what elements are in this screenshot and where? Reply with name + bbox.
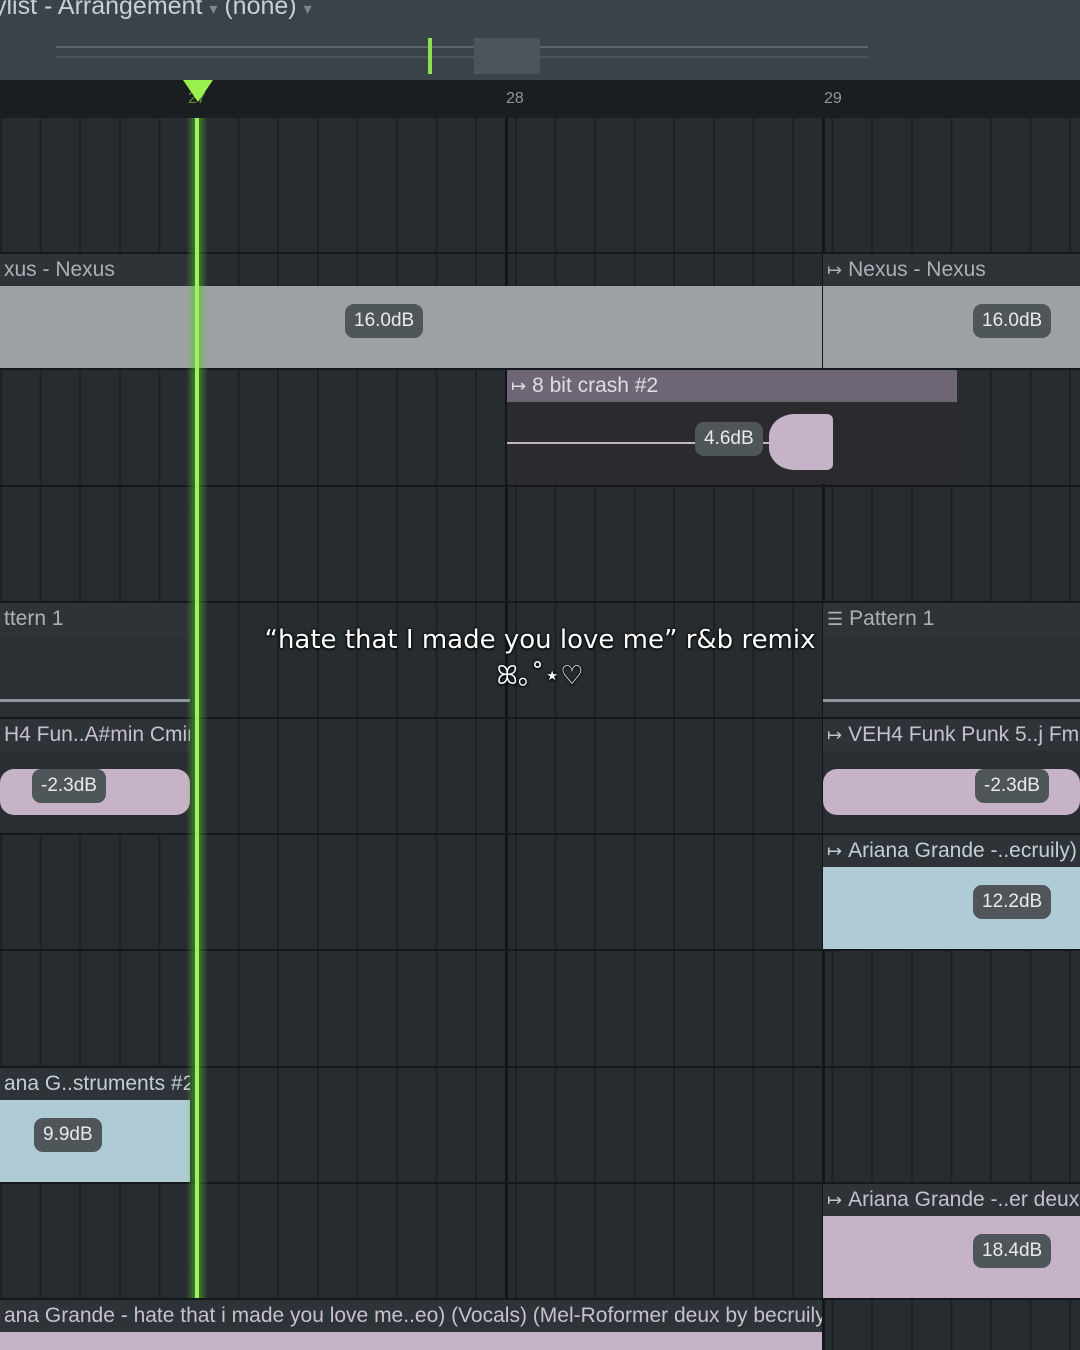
window-title[interactable]: ylist - Arrangement ▾ (none) ▾ <box>0 0 312 21</box>
pattern-clip[interactable]: ☰ Pattern 1 <box>823 603 1080 717</box>
clip-header: xus - Nexus <box>0 254 190 286</box>
clip-header: ↦ VEH4 Funk Punk 5..j Fmin <box>823 719 1080 751</box>
playhead[interactable] <box>195 118 199 1298</box>
track-separator <box>0 485 1080 487</box>
overview-track-line <box>56 46 868 48</box>
playlist-titlebar: ylist - Arrangement ▾ (none) ▾ <box>0 0 1080 80</box>
clip-volume-label: -2.3dB <box>32 769 106 803</box>
audio-clip-ariana-grande[interactable]: ↦ Ariana Grande -..ecruily) 12.2dB <box>823 835 1080 949</box>
clip-volume-label: 4.6dB <box>695 422 763 456</box>
audio-clip-nexus[interactable]: ↦ Nexus - Nexus 16.0dB <box>823 254 1080 368</box>
track-separator <box>0 949 1080 951</box>
arrangement-overview-scrollbar[interactable] <box>56 36 868 76</box>
clip-label: Pattern 1 <box>849 607 935 630</box>
audio-waveform <box>0 286 190 368</box>
chevron-down-icon[interactable]: ▾ <box>304 1 312 18</box>
clip-volume-label: 16.0dB <box>345 304 424 338</box>
clip-volume-label: 12.2dB <box>973 885 1052 919</box>
clip-header: H4 Fun..A#min Cmin <box>0 719 190 751</box>
clip-volume-label: 18.4dB <box>973 1234 1052 1268</box>
ruler-bar-number: 28 <box>506 90 524 107</box>
caption-title: “hate that I made you love me” r&b remix <box>264 625 816 655</box>
clip-header: ↦ Nexus - Nexus <box>823 254 1080 286</box>
audio-waveform <box>506 286 822 368</box>
clip-label: xus - Nexus <box>4 258 115 281</box>
audio-clip-ariana-instruments[interactable]: ana G..struments #2 9.9dB <box>0 1068 190 1182</box>
clip-header: ↦ Ariana Grande -..ecruily) <box>823 835 1080 867</box>
clip-header: ↦ 8 bit crash #2 <box>507 370 957 402</box>
overview-viewport-thumb[interactable] <box>474 38 540 74</box>
audio-clip-icon: ↦ <box>511 376 527 396</box>
clip-header: ↦ Ariana Grande -..er deux <box>823 1184 1080 1216</box>
pattern-selector[interactable]: (none) <box>224 0 296 20</box>
clip-label: ttern 1 <box>4 607 64 630</box>
audio-waveform <box>0 1332 822 1350</box>
clip-label: Ariana Grande -..er deux <box>848 1188 1080 1211</box>
audio-clip-8-bit-crash[interactable]: ↦ 8 bit crash #2 4.6dB <box>507 370 957 484</box>
clip-label: Nexus - Nexus <box>848 258 986 281</box>
pattern-notes <box>823 635 1080 717</box>
overview-playhead <box>428 38 432 74</box>
clip-label: Ariana Grande -..ecruily) <box>848 839 1077 862</box>
audio-clip-veh4-funk[interactable]: H4 Fun..A#min Cmin -2.3dB <box>0 719 190 833</box>
note-line <box>0 699 190 702</box>
note-line <box>823 699 1080 702</box>
clip-volume-label: 16.0dB <box>973 304 1052 338</box>
caption-decoration: ꕤ｡˚⋆♡ <box>496 661 584 691</box>
clip-label: H4 Fun..A#min Cmin <box>4 723 190 746</box>
video-caption: “hate that I made you love me” r&b remix… <box>240 622 840 694</box>
audio-clip-nexus[interactable]: xus - Nexus <box>0 254 190 368</box>
audio-clip-icon: ↦ <box>827 260 843 280</box>
title-text: ylist - Arrangement <box>0 0 203 20</box>
timeline-ruler[interactable]: 27 28 29 <box>0 80 1080 120</box>
clip-label: VEH4 Funk Punk 5..j Fmin <box>848 723 1080 746</box>
clip-header: ☰ Pattern 1 <box>823 603 1080 635</box>
overview-track-line <box>56 56 868 58</box>
clip-label: ana G..struments #2 <box>4 1072 190 1095</box>
audio-clip-icon: ↦ <box>827 725 843 745</box>
audio-clip-nexus[interactable]: 16.0dB <box>190 286 506 368</box>
clip-label: 8 bit crash #2 <box>532 374 659 397</box>
audio-clip-nexus[interactable] <box>506 286 822 368</box>
clip-header: ana Grande - hate that i made you love m… <box>0 1300 822 1332</box>
chevron-down-icon[interactable]: ▾ <box>209 1 217 18</box>
audio-clip-ariana-vocals[interactable]: ana Grande - hate that i made you love m… <box>0 1300 822 1350</box>
audio-clip-ariana-deux[interactable]: ↦ Ariana Grande -..er deux 18.4dB <box>823 1184 1080 1298</box>
ruler-bar-number: 29 <box>824 90 842 107</box>
clip-volume-label: -2.3dB <box>975 769 1049 803</box>
clip-volume-label: 9.9dB <box>34 1118 102 1152</box>
clip-header: ana G..struments #2 <box>0 1068 190 1100</box>
waveform-burst <box>769 414 833 470</box>
clip-label: ana Grande - hate that i made you love m… <box>4 1304 822 1327</box>
playhead-marker-icon[interactable] <box>183 80 213 102</box>
pattern-clip[interactable]: ttern 1 <box>0 603 190 717</box>
clip-header: ttern 1 <box>0 603 190 635</box>
pattern-notes <box>0 635 190 717</box>
audio-clip-icon: ↦ <box>827 841 843 861</box>
audio-clip-veh4-funk[interactable]: ↦ VEH4 Funk Punk 5..j Fmin -2.3dB <box>823 719 1080 833</box>
audio-clip-icon: ↦ <box>827 1190 843 1210</box>
